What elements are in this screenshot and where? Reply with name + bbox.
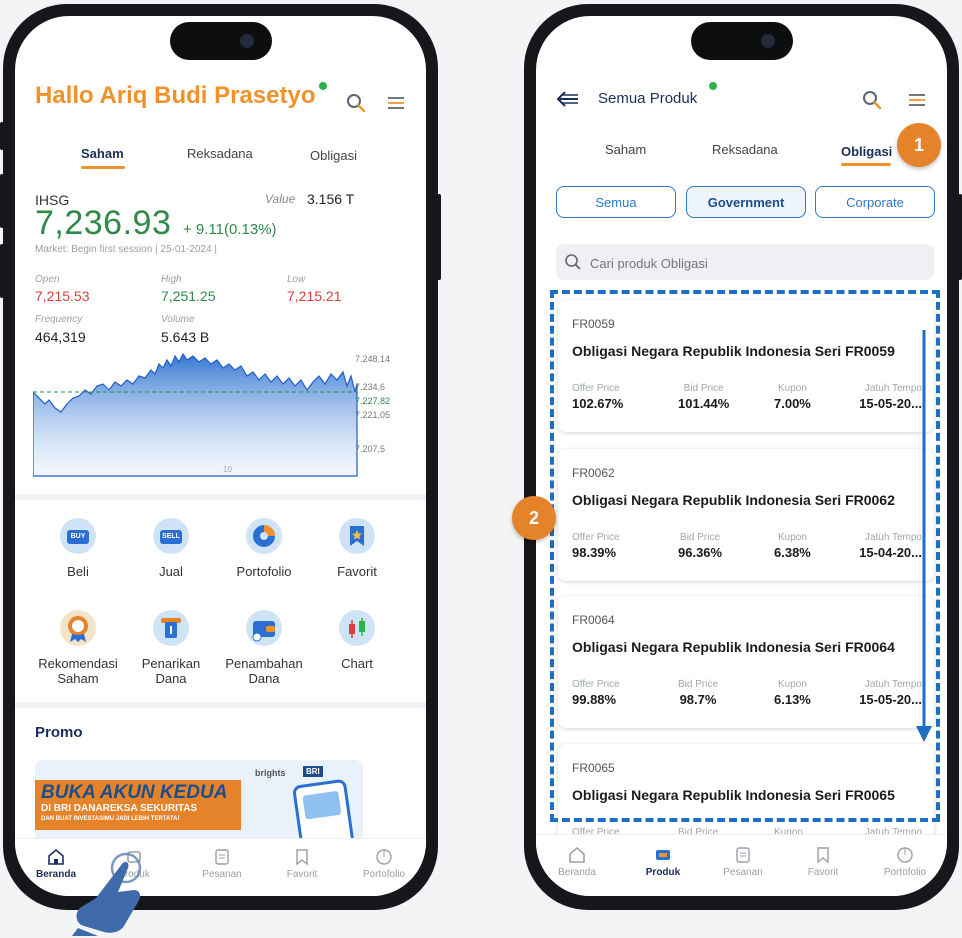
tab-reksadana[interactable]: Reksadana	[187, 146, 253, 161]
step-1-badge: 1	[897, 123, 941, 167]
high-value: 7,251.25	[161, 288, 216, 304]
pie-chart-icon	[246, 518, 282, 554]
bookmark-icon	[296, 849, 308, 866]
low-label: Low	[287, 274, 306, 285]
portfolio-pie-icon	[897, 847, 913, 863]
feature-jual[interactable]: SELL Jual	[126, 518, 216, 579]
products-icon	[656, 850, 670, 860]
chart-area	[33, 352, 358, 477]
step-2-badge: 2	[512, 496, 556, 540]
nav-beranda[interactable]: Beranda	[542, 846, 612, 878]
value-label: Value	[265, 192, 296, 206]
tab-active-indicator	[81, 166, 125, 169]
nav-pesanan[interactable]: Pesanan	[187, 848, 257, 880]
tab-saham[interactable]: Saham	[81, 146, 124, 161]
promo-headline: BUKA AKUN KEDUA	[41, 782, 228, 803]
buy-icon: BUY	[60, 518, 96, 554]
bookmark-star-icon	[339, 518, 375, 554]
online-status-dot	[709, 82, 717, 90]
home-icon	[569, 846, 585, 863]
volume-label: Volume	[161, 314, 195, 325]
feature-penambahan-dana[interactable]: Penambahan Dana	[219, 610, 309, 686]
nav-portofolio[interactable]: Portofolio	[349, 848, 419, 880]
nav-produk[interactable]: Produk	[628, 846, 698, 878]
chart-tick-current: 7.227,82	[355, 396, 390, 406]
portfolio-pie-icon	[376, 849, 392, 865]
tab-reksadana[interactable]: Reksadana	[712, 142, 778, 157]
scroll-down-arrow	[916, 330, 932, 742]
sell-icon: SELL	[153, 518, 189, 554]
withdraw-icon	[153, 610, 189, 646]
feature-favorit[interactable]: Favorit	[312, 518, 402, 579]
promo-banner[interactable]: brights BRI BUKA AKUN KEDUA DI BRI DANAR…	[35, 760, 363, 842]
chart-tick-2: 7.234,6	[355, 382, 385, 392]
search-icon[interactable]	[861, 89, 883, 111]
tab-active-indicator	[841, 163, 891, 166]
filter-chip-corporate[interactable]: Corporate	[815, 186, 935, 218]
phone-illustration	[291, 778, 357, 842]
ihsg-intraday-chart[interactable]: 7.248,14 7.234,6 7.227,82 7.221,05 7.207…	[33, 346, 423, 482]
camera-notch	[169, 22, 272, 60]
feature-chart[interactable]: Chart	[312, 610, 402, 671]
nav-portofolio[interactable]: Portofolio	[870, 846, 940, 878]
orders-icon	[736, 847, 750, 863]
filter-chip-semua[interactable]: Semua	[556, 186, 676, 218]
filter-menu-icon[interactable]	[385, 92, 407, 114]
home-icon	[48, 848, 64, 865]
search-icon[interactable]	[345, 92, 367, 114]
greeting-title: Hallo Ariq Budi Prasetyo	[35, 82, 316, 109]
promo-subtitle: DI BRI DANAREKSA SEKURITAS	[41, 803, 198, 814]
nav-pesanan[interactable]: Pesanan	[708, 846, 778, 878]
low-value: 7,215.21	[287, 288, 342, 304]
phone-home: Hallo Ariq Budi Prasetyo Saham Reksadana…	[0, 4, 441, 910]
section-divider	[15, 494, 426, 500]
orders-icon	[215, 849, 229, 865]
chart-tick-3: 7.221,05	[355, 410, 390, 420]
open-value: 7,215.53	[35, 288, 90, 304]
page-title: Semua Produk	[598, 90, 698, 107]
filter-menu-icon[interactable]	[906, 89, 928, 111]
chart-tick-1: 7.248,14	[355, 354, 390, 364]
feature-portofolio[interactable]: Portofolio	[219, 518, 309, 579]
feature-rekomendasi-saham[interactable]: Rekomendasi Saham	[33, 610, 123, 686]
chart-tick-4: 7.207,5	[355, 444, 385, 454]
home-screen: Hallo Ariq Budi Prasetyo Saham Reksadana…	[15, 16, 426, 896]
market-status: Market: Begin first session | 25-01-2024…	[35, 244, 217, 255]
promo-tagline: DAN BUAT INVESTASIMU JADI LEBIH TERTATA!	[41, 816, 180, 822]
promo-title: Promo	[35, 724, 83, 741]
feature-beli[interactable]: BUY Beli	[33, 518, 123, 579]
filter-chip-government[interactable]: Government	[686, 186, 806, 218]
index-change: + 9.11(0.13%)	[183, 221, 277, 238]
tab-obligasi[interactable]: Obligasi	[310, 148, 357, 163]
tap-hand-icon	[72, 852, 142, 936]
camera-notch	[690, 22, 793, 60]
nav-favorit[interactable]: Favorit	[788, 846, 858, 878]
volume-value: 5.643 B	[161, 329, 210, 345]
nav-favorit[interactable]: Favorit	[267, 848, 337, 880]
search-input[interactable]	[588, 252, 922, 274]
bookmark-icon	[817, 847, 829, 864]
section-divider	[15, 702, 426, 708]
index-price: 7,236.93	[35, 204, 172, 242]
candlestick-icon	[339, 610, 375, 646]
open-label: Open	[35, 274, 60, 285]
search-bar[interactable]	[556, 244, 934, 280]
high-label: High	[161, 274, 182, 285]
wallet-add-icon	[246, 610, 282, 646]
tab-saham[interactable]: Saham	[605, 142, 646, 157]
award-badge-icon	[60, 610, 96, 646]
frequency-label: Frequency	[35, 314, 83, 325]
bri-logo: BRI	[303, 766, 323, 777]
feature-penarikan-dana[interactable]: Penarikan Dana	[126, 610, 216, 686]
frequency-value: 464,319	[35, 329, 86, 345]
promo-brand: brights	[255, 768, 286, 778]
scroll-highlight-box	[550, 290, 940, 822]
search-bar-icon	[565, 254, 581, 270]
back-arrow-icon[interactable]	[556, 90, 580, 108]
tab-obligasi[interactable]: Obligasi	[841, 144, 892, 159]
online-status-dot	[319, 82, 327, 90]
chart-x-tick: 10	[223, 465, 232, 474]
value-amount: 3.156 T	[307, 191, 355, 207]
